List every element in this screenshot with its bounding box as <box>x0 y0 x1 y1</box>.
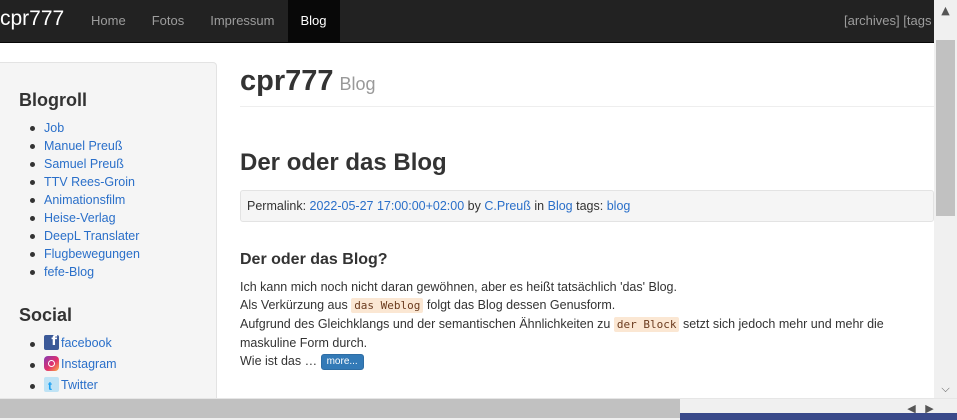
post-body: Ich kann mich noch nicht daran gewöhnen,… <box>240 278 930 370</box>
nav-right-links: [archives] [tags <box>844 0 934 42</box>
archives-link[interactable]: [archives] <box>844 13 900 28</box>
site-title: cpr777 <box>240 65 334 97</box>
post-paragraph-4: Wie ist das … more... <box>240 352 930 370</box>
twitter-icon <box>44 376 59 397</box>
instagram-icon <box>44 356 59 371</box>
post-title: Der oder das Blog <box>240 149 447 176</box>
scroll-up-arrow-icon[interactable]: ▲ <box>934 2 957 19</box>
post-paragraph-2: Als Verkürzung aus das Weblog folgt das … <box>240 296 930 315</box>
blogroll-link-samuel[interactable]: Samuel Preuß <box>30 155 140 173</box>
by-label: by <box>467 199 481 213</box>
blogroll-link-deepl[interactable]: DeepL Translater <box>30 227 140 245</box>
page-header: cpr777 Blog <box>240 65 376 98</box>
permalink-bar: Permalink: 2022-05-27 17:00:00+02:00 by … <box>240 190 934 222</box>
social-heading: Social <box>19 305 73 325</box>
social-label-facebook: facebook <box>61 336 112 350</box>
tags-label: tags: <box>576 199 604 213</box>
blogroll-list: Job Manuel Preuß Samuel Preuß TTV Rees-G… <box>30 119 140 281</box>
vertical-scroll-thumb[interactable] <box>936 40 955 216</box>
brand-logo[interactable]: cpr777 <box>0 7 64 31</box>
vertical-scrollbar[interactable]: ▲ ⌵ <box>934 0 957 398</box>
scroll-down-arrow-icon[interactable]: ⌵ <box>934 380 957 397</box>
post-paragraph-1: Ich kann mich noch nicht daran gewöhnen,… <box>240 280 677 294</box>
author-link[interactable]: C.Preuß <box>484 199 531 213</box>
nav-item-impressum[interactable]: Impressum <box>197 0 287 42</box>
window-edge <box>680 413 957 420</box>
social-list: facebook Instagram Twitter <box>30 331 117 397</box>
category-link[interactable]: Blog <box>548 199 573 213</box>
para3-pre: Aufgrund des Gleichklangs und der semant… <box>240 317 611 331</box>
blogroll-link-animationsfilm[interactable]: Animationsfilm <box>30 191 140 209</box>
top-navbar: cpr777 Home Fotos Impressum Blog [archiv… <box>0 0 934 43</box>
blogroll-link-flugbewegungen[interactable]: Flugbewegungen <box>30 245 140 263</box>
more-button[interactable]: more... <box>320 354 364 370</box>
social-label-twitter: Twitter <box>61 378 98 392</box>
sidebar: Blogroll Job Manuel Preuß Samuel Preuß T… <box>0 62 217 402</box>
tags-link[interactable]: [tags <box>903 13 931 28</box>
blogroll-link-manuel[interactable]: Manuel Preuß <box>30 137 140 155</box>
post-subtitle: Der oder das Blog? <box>240 251 388 268</box>
para2-post: folgt das Blog dessen Genusform. <box>426 298 616 312</box>
blogroll-link-fefe[interactable]: fefe-Blog <box>30 263 140 281</box>
in-label: in <box>534 199 545 213</box>
permalink-label: Permalink: <box>247 199 307 213</box>
site-subtitle: Blog <box>339 74 376 94</box>
code-block: der Block <box>613 317 680 332</box>
facebook-icon <box>44 331 59 352</box>
social-link-instagram[interactable]: Instagram <box>30 354 117 375</box>
main-nav: Home Fotos Impressum Blog <box>78 0 340 42</box>
social-label-instagram: Instagram <box>61 357 117 371</box>
blogroll-link-ttv[interactable]: TTV Rees-Groin <box>30 173 140 191</box>
nav-item-fotos[interactable]: Fotos <box>139 0 198 42</box>
para2-pre: Als Verkürzung aus <box>240 298 348 312</box>
permalink-date-link[interactable]: 2022-05-27 17:00:00+02:00 <box>310 199 465 213</box>
blogroll-link-job[interactable]: Job <box>30 119 140 137</box>
header-divider <box>240 106 934 107</box>
post-paragraph-3: Aufgrund des Gleichklangs und der semant… <box>240 315 930 352</box>
horizontal-scroll-thumb[interactable] <box>0 399 680 418</box>
para4-text: Wie ist das … <box>240 354 318 368</box>
social-link-twitter[interactable]: Twitter <box>30 375 117 397</box>
code-weblog: das Weblog <box>351 298 424 313</box>
blogroll-heading: Blogroll <box>19 90 87 110</box>
nav-item-blog[interactable]: Blog <box>287 0 340 42</box>
tag-link[interactable]: blog <box>607 199 631 213</box>
social-link-facebook[interactable]: facebook <box>30 331 117 354</box>
nav-item-home[interactable]: Home <box>78 0 139 42</box>
blogroll-link-heise[interactable]: Heise-Verlag <box>30 209 140 227</box>
